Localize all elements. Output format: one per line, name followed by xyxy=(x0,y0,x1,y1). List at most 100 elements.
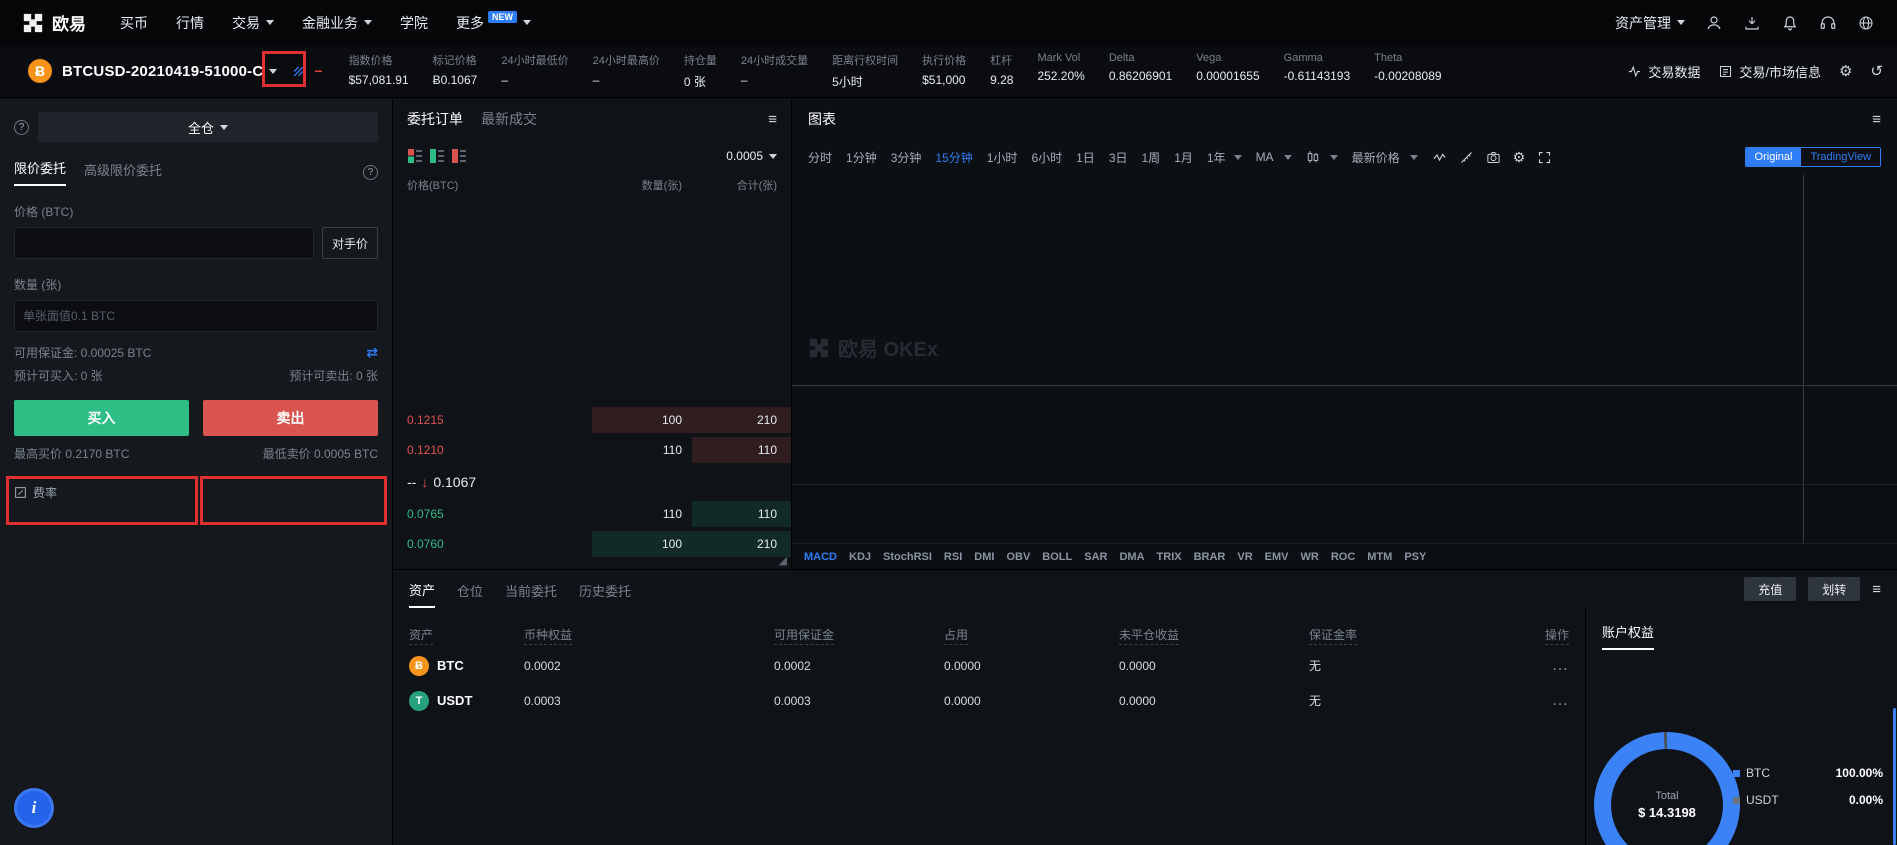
tab-positions[interactable]: 仓位 xyxy=(457,572,483,607)
scrollbar-thumb[interactable] xyxy=(1893,708,1896,845)
timeframe-option[interactable]: 6小时 xyxy=(1031,149,1062,166)
depth-view-asks-icon[interactable] xyxy=(451,148,467,164)
depth-view-both-icon[interactable] xyxy=(407,148,423,164)
toggle-original[interactable]: Original xyxy=(1746,148,1802,166)
last-price-row[interactable]: -- ↓ 0.1067 xyxy=(393,465,791,499)
indicator-option[interactable]: DMI xyxy=(974,551,994,563)
price-mode-select[interactable]: 最新价格 xyxy=(1352,149,1418,166)
timeframe-option[interactable]: 1分钟 xyxy=(846,149,877,166)
ask-price[interactable]: 0.1215 xyxy=(407,413,572,427)
transfer-button[interactable]: 划转 xyxy=(1808,577,1860,601)
brand[interactable]: 欧易 xyxy=(22,10,86,35)
nav-more[interactable]: 更多NEW xyxy=(456,13,531,33)
indicator-option[interactable]: KDJ xyxy=(849,551,871,563)
panel-menu-icon[interactable]: ≡ xyxy=(1872,112,1881,127)
ma-select[interactable]: MA xyxy=(1256,150,1292,164)
timeframe-option[interactable]: 3日 xyxy=(1109,149,1128,166)
help-icon[interactable]: ? xyxy=(363,165,378,180)
bid-row[interactable]: 0.0760 100 210 xyxy=(393,529,791,559)
tab-limit-order[interactable]: 限价委托 xyxy=(14,158,66,186)
ask-price[interactable]: 0.1210 xyxy=(407,443,572,457)
timeframe-option[interactable]: 1日 xyxy=(1076,149,1095,166)
indicator-option[interactable]: WR xyxy=(1301,551,1319,563)
support-headset-icon[interactable] xyxy=(1819,14,1837,32)
row-actions-menu[interactable]: ... xyxy=(1524,694,1569,708)
notifications-bell-icon[interactable] xyxy=(1781,14,1799,32)
margin-mode-select[interactable]: 全仓 xyxy=(38,112,378,142)
chevron-down-icon[interactable] xyxy=(1234,155,1242,160)
candle-style-select[interactable] xyxy=(1306,150,1338,164)
chart-canvas[interactable]: 欧易 OKEx xyxy=(792,175,1897,543)
tab-recent-trades[interactable]: 最新成交 xyxy=(481,109,537,129)
depth-view-bids-icon[interactable] xyxy=(429,148,445,164)
indicator-option[interactable]: PSY xyxy=(1404,551,1426,563)
help-icon[interactable]: ? xyxy=(14,120,29,135)
kline-alert-icon[interactable] xyxy=(291,64,306,79)
reset-layout-icon[interactable]: ↺ xyxy=(1870,64,1883,79)
drawing-tools-icon[interactable] xyxy=(1459,150,1474,165)
indicator-option[interactable]: RSI xyxy=(944,551,962,563)
fee-link[interactable]: 费率 xyxy=(14,484,378,501)
timeframe-option[interactable]: 分时 xyxy=(808,149,832,166)
timeframe-option[interactable]: 1周 xyxy=(1142,149,1161,166)
nav-finance[interactable]: 金融业务 xyxy=(302,13,372,33)
indicator-option[interactable]: OBV xyxy=(1006,551,1030,563)
toggle-tradingview[interactable]: TradingView xyxy=(1801,148,1880,166)
market-info-link[interactable]: 交易/市场信息 xyxy=(1718,62,1821,81)
tab-open-orders[interactable]: 当前委托 xyxy=(505,572,557,607)
tab-assets[interactable]: 资产 xyxy=(409,571,435,608)
indicator-option[interactable]: BRAR xyxy=(1194,551,1226,563)
panel-menu-icon[interactable]: ≡ xyxy=(768,112,777,127)
timeframe-option[interactable]: 3分钟 xyxy=(891,149,922,166)
ask-row[interactable]: 0.1210 110 110 xyxy=(393,435,791,465)
trade-data-link[interactable]: 交易数据 xyxy=(1627,62,1700,81)
line-chart-icon[interactable] xyxy=(1432,150,1447,165)
language-globe-icon[interactable] xyxy=(1857,14,1875,32)
screenshot-camera-icon[interactable] xyxy=(1486,150,1501,165)
indicator-option[interactable]: EMV xyxy=(1265,551,1289,563)
nav-assets[interactable]: 资产管理 xyxy=(1615,13,1685,33)
indicator-option[interactable]: StochRSI xyxy=(883,551,932,563)
bid-price[interactable]: 0.0765 xyxy=(407,507,572,521)
user-icon[interactable] xyxy=(1705,14,1723,32)
timeframe-option-active[interactable]: 15分钟 xyxy=(935,149,972,166)
deposit-button[interactable]: 充值 xyxy=(1744,577,1796,601)
nav-academy[interactable]: 学院 xyxy=(400,13,428,33)
nav-buy-crypto[interactable]: 买币 xyxy=(120,13,148,33)
price-input[interactable] xyxy=(14,227,314,259)
download-icon[interactable] xyxy=(1743,14,1761,32)
chart-settings-gear-icon[interactable]: ⚙ xyxy=(1513,150,1526,164)
amount-input[interactable] xyxy=(14,300,378,332)
indicator-option-active[interactable]: MACD xyxy=(804,551,837,563)
help-info-button[interactable]: i xyxy=(14,788,54,828)
tab-advanced-limit-order[interactable]: 高级限价委托 xyxy=(84,160,162,186)
row-actions-menu[interactable]: ... xyxy=(1524,659,1569,673)
tab-order-book[interactable]: 委托订单 xyxy=(407,109,463,129)
indicator-option[interactable]: DMA xyxy=(1119,551,1144,563)
account-equity-title[interactable]: 账户权益 xyxy=(1602,622,1654,650)
tab-order-history[interactable]: 历史委托 xyxy=(579,572,631,607)
indicator-option[interactable]: BOLL xyxy=(1042,551,1072,563)
fullscreen-icon[interactable] xyxy=(1537,150,1552,165)
timeframe-option[interactable]: 1月 xyxy=(1174,149,1193,166)
contract-symbol[interactable]: BTCUSD-20210419-51000-C xyxy=(62,63,263,80)
panel-menu-icon[interactable]: ≡ xyxy=(1872,582,1881,597)
indicator-option[interactable]: MTM xyxy=(1367,551,1392,563)
sell-button[interactable]: 卖出 xyxy=(203,400,378,436)
nav-trade[interactable]: 交易 xyxy=(232,13,274,33)
indicator-option[interactable]: SAR xyxy=(1084,551,1107,563)
buy-button[interactable]: 买入 xyxy=(14,400,189,436)
ask-row[interactable]: 0.1215 100 210 xyxy=(393,405,791,435)
nav-markets[interactable]: 行情 xyxy=(176,13,204,33)
chevron-down-icon[interactable] xyxy=(269,69,277,74)
indicator-option[interactable]: ROC xyxy=(1331,551,1355,563)
counterparty-price-button[interactable]: 对手价 xyxy=(322,227,378,259)
timeframe-option[interactable]: 1年 xyxy=(1207,149,1226,166)
indicator-option[interactable]: TRIX xyxy=(1157,551,1182,563)
bid-price[interactable]: 0.0760 xyxy=(407,537,572,551)
timeframe-option[interactable]: 1小时 xyxy=(987,149,1018,166)
indicator-option[interactable]: VR xyxy=(1237,551,1252,563)
bid-row[interactable]: 0.0765 110 110 xyxy=(393,499,791,529)
resize-handle-icon[interactable]: ◢ xyxy=(779,554,787,567)
transfer-icon[interactable]: ⇄ xyxy=(366,344,378,361)
